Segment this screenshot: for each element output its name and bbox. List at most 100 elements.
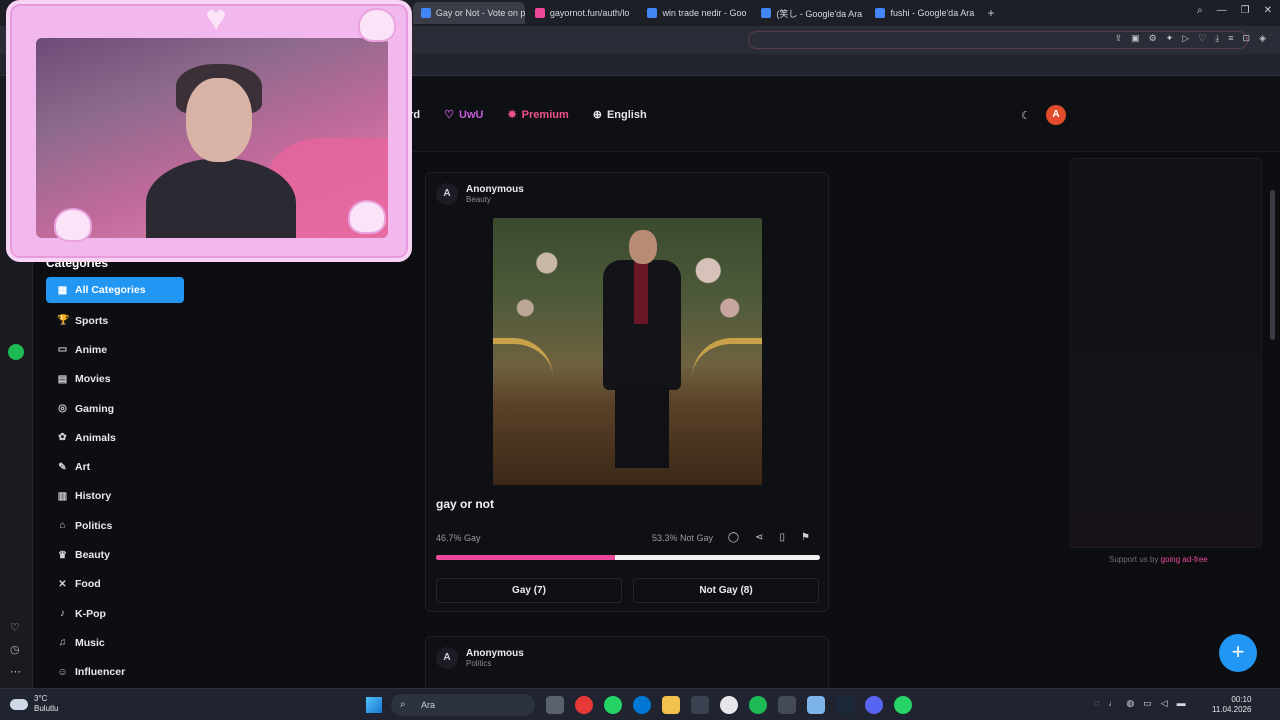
browser-tab[interactable]: (笑し - Google'da Ara <box>753 2 865 24</box>
category-item-k-pop[interactable]: ♪ K-Pop <box>46 599 184 628</box>
category-item-politics[interactable]: ⌂ Politics <box>46 511 184 540</box>
category-label: Food <box>75 578 101 591</box>
page-scrollbar[interactable] <box>1270 190 1275 340</box>
share-icon[interactable]: ⋖ <box>755 532 763 543</box>
minimize-button[interactable]: — <box>1217 5 1227 16</box>
lock-icon[interactable]: ⊡ <box>1243 33 1251 44</box>
taskbar-search[interactable]: ⌕ Ara <box>391 694 535 716</box>
tab-label: (笑し - Google'da Ara <box>776 8 863 19</box>
category-item-anime[interactable]: ▭ Anime <box>46 335 184 364</box>
heart-rail-icon[interactable]: ♡ <box>10 621 20 634</box>
go-ad-free-link[interactable]: going ad-free <box>1161 555 1208 564</box>
tv-icon: ▭ <box>57 344 68 356</box>
search-placeholder: Ara <box>421 700 436 710</box>
store-icon[interactable] <box>691 696 709 714</box>
settings-icon[interactable]: ⚙ <box>1149 33 1157 44</box>
file-explorer-icon[interactable] <box>662 696 680 714</box>
volume-icon[interactable]: ◁ <box>1161 698 1168 709</box>
post-photo[interactable] <box>493 218 762 485</box>
sparkle-icon: ✸ <box>507 109 517 121</box>
menu-icon[interactable]: ≡ <box>1228 33 1233 44</box>
browser-tab[interactable]: win trade nedir - Goo <box>639 2 751 24</box>
report-flag-icon[interactable]: ⚑ <box>801 532 810 543</box>
category-label: Animals <box>75 431 116 444</box>
category-item-influencer[interactable]: ☺ Influencer <box>46 658 184 687</box>
task-view-icon[interactable] <box>546 696 564 714</box>
vote-gay-button[interactable]: Gay (7) <box>436 578 622 603</box>
history-rail-icon[interactable]: ◷ <box>10 643 20 656</box>
nav-premium[interactable]: ✸ Premium <box>507 108 568 122</box>
app-icon[interactable] <box>807 696 825 714</box>
category-item-music[interactable]: ♫ Music <box>46 628 184 657</box>
category-item-movies[interactable]: ▤ Movies <box>46 365 184 394</box>
whatsapp-web-icon[interactable] <box>894 696 912 714</box>
windows-start-icon[interactable] <box>366 697 382 713</box>
category-item-food[interactable]: ✕ Food <box>46 570 184 599</box>
windows-taskbar: 3°C Bulutlu ⌕ Ara ◌ ♩ ◍ ▭ ◁ ▬ 00:10 11.0… <box>0 688 1280 720</box>
theme-toggle-moon-icon[interactable]: ☾ <box>1021 109 1031 122</box>
whatsapp-icon[interactable] <box>604 696 622 714</box>
chatgpt-icon[interactable] <box>720 696 738 714</box>
discord-icon[interactable] <box>865 696 883 714</box>
users-icon: ☺ <box>57 666 68 678</box>
photo-person-head <box>629 230 657 264</box>
download-icon[interactable]: ⤓ <box>1215 33 1219 44</box>
more-rail-icon[interactable]: ⋯ <box>10 665 21 678</box>
play-icon[interactable]: ▷ <box>1182 33 1189 44</box>
gamepad-icon: ◎ <box>58 403 67 415</box>
comment-icon[interactable]: ◯ <box>728 532 739 543</box>
favorite-icon[interactable]: ♡ <box>1198 33 1206 44</box>
frame-potion-decoration <box>348 200 386 234</box>
category-item-beauty[interactable]: ♛ Beauty <box>46 540 184 569</box>
palette-icon: ✎ <box>58 461 67 473</box>
post-avatar[interactable]: A <box>436 647 458 669</box>
post-username[interactable]: Anonymous <box>466 648 524 659</box>
browser-tab[interactable]: gayornot.fun/auth/lo <box>527 2 638 24</box>
tab-label: Gay or Not - Vote on photo <box>435 8 525 18</box>
nav-language[interactable]: ⊕ English <box>593 108 647 122</box>
post-username[interactable]: Anonymous <box>466 184 524 195</box>
maximize-button[interactable]: ❐ <box>1241 5 1250 16</box>
close-window-button[interactable]: ✕ <box>1264 5 1272 16</box>
category-item-sports[interactable]: 🏆 Sports <box>46 306 184 335</box>
microphone-icon[interactable]: ♩ <box>1108 698 1117 709</box>
browser-tab[interactable]: Gay or Not - Vote on photo <box>412 2 525 24</box>
music-icon: ♪ <box>60 608 65 620</box>
weather-widget[interactable]: 3°C Bulutlu <box>10 694 58 714</box>
steam-icon[interactable] <box>836 696 854 714</box>
edge-icon[interactable] <box>633 696 651 714</box>
tray-app-icon[interactable]: ◌ <box>1094 698 1099 709</box>
share-icon[interactable]: ⇪ <box>1115 33 1123 44</box>
support-text: Support us by going ad-free <box>1109 555 1208 564</box>
spotify-icon[interactable] <box>8 344 24 360</box>
opera-gx-icon[interactable] <box>778 696 796 714</box>
screenshot-icon[interactable]: ▣ <box>1131 33 1140 44</box>
network-icon[interactable]: ◍ <box>1126 698 1134 709</box>
browser-tab[interactable]: fushi - Google'da Ara <box>867 2 979 24</box>
opera-icon[interactable] <box>575 696 593 714</box>
bookmark-icon[interactable]: ▯ <box>780 532 786 543</box>
new-tab-button[interactable]: + <box>979 2 1002 24</box>
category-item-animals[interactable]: ✿ Animals <box>46 423 184 452</box>
extensions-icon[interactable]: ✦ <box>1166 33 1174 44</box>
taskbar-clock[interactable]: 00:10 11.04.2026 <box>1212 695 1251 715</box>
category-item-all-categories[interactable]: ▦ All Categories <box>46 277 184 303</box>
vpn-icon[interactable]: ◈ <box>1259 33 1266 44</box>
post-category[interactable]: Beauty <box>466 195 524 204</box>
user-avatar[interactable]: A <box>1046 105 1066 125</box>
gay-percent: 46.7% Gay <box>436 533 481 543</box>
spotify-taskbar-icon[interactable] <box>749 696 767 714</box>
post-avatar[interactable]: A <box>436 183 458 205</box>
category-item-gaming[interactable]: ◎ Gaming <box>46 394 184 423</box>
nav-uwu[interactable]: ♡ UwU <box>444 108 483 122</box>
category-label: Gaming <box>75 402 115 415</box>
create-post-button[interactable]: + <box>1219 634 1257 672</box>
category-item-art[interactable]: ✎ Art <box>46 452 184 481</box>
category-item-history[interactable]: ▥ History <box>46 482 184 511</box>
vote-not-gay-button[interactable]: Not Gay (8) <box>633 578 819 603</box>
battery-icon[interactable]: ▬ <box>1177 698 1186 709</box>
trophy-icon: 🏆 <box>57 315 70 327</box>
display-icon[interactable]: ▭ <box>1143 698 1152 709</box>
post-category[interactable]: Politics <box>466 659 524 668</box>
search-tabs-icon[interactable]: ⌕ <box>1197 5 1203 16</box>
